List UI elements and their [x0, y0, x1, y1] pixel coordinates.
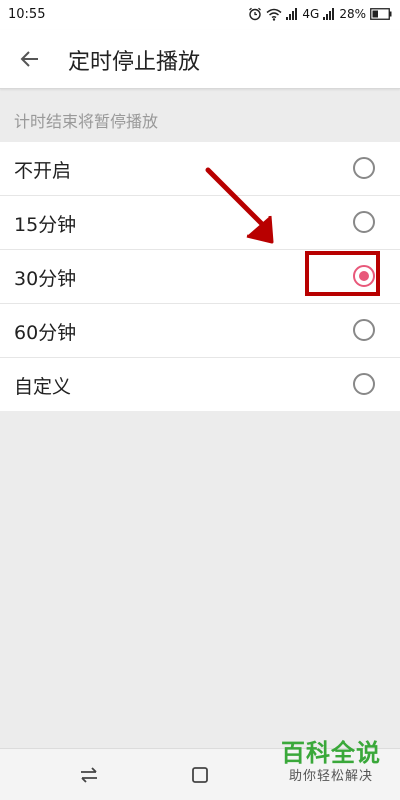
radio-button[interactable] [353, 373, 375, 395]
back-arrow-icon[interactable] [18, 47, 42, 71]
option-label: 不开启 [14, 160, 72, 182]
title-bar: 定时停止播放 [0, 30, 400, 89]
signal-icon [286, 8, 298, 20]
battery-percent: 28% [339, 7, 366, 21]
page-title: 定时停止播放 [68, 50, 201, 75]
status-bar: 10:55 4G 28% [0, 0, 400, 30]
option-label: 60分钟 [14, 322, 77, 344]
option-label: 自定义 [14, 376, 72, 398]
watermark-sub: 助你轻松解决 [288, 769, 373, 784]
option-custom[interactable]: 自定义 [0, 358, 400, 411]
alarm-icon [249, 7, 262, 21]
radio-button[interactable] [353, 157, 375, 179]
section-header: 计时结束将暂停播放 [0, 98, 400, 140]
radio-button[interactable] [353, 319, 375, 341]
watermark-main: 百科全说 [281, 739, 381, 767]
battery-icon [370, 8, 392, 20]
option-60-min[interactable]: 60分钟 [0, 304, 400, 358]
recent-apps-icon[interactable] [190, 765, 210, 785]
annotation-arrow-icon [205, 167, 274, 244]
annotation-highlight-box [305, 251, 380, 296]
option-label: 15分钟 [14, 214, 77, 236]
option-label: 30分钟 [14, 268, 77, 290]
status-time: 10:55 [8, 7, 46, 22]
radio-button[interactable] [353, 211, 375, 233]
status-icons: 4G 28% [248, 6, 392, 22]
swap-arrows-icon[interactable] [78, 765, 100, 785]
section-label: 计时结束将暂停播放 [14, 112, 159, 131]
watermark-logo: 百科全说 助你轻松解决 [272, 738, 390, 796]
wifi-icon [266, 8, 282, 21]
signal-icon [323, 8, 335, 20]
network-type: 4G [302, 7, 320, 21]
